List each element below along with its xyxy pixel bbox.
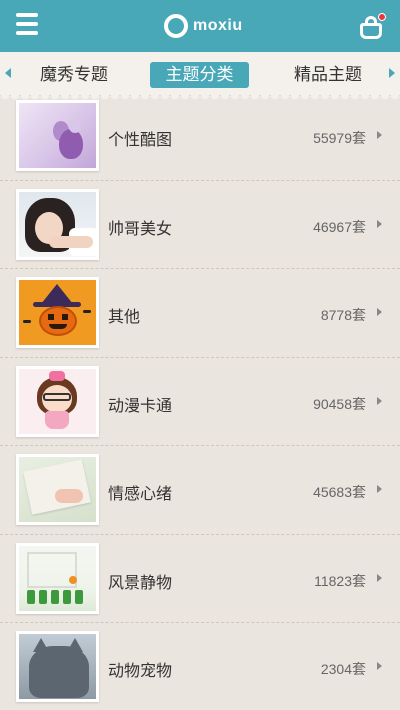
chevron-right-icon	[377, 573, 382, 582]
app-logo: moxiu	[164, 12, 243, 40]
category-count: 55979套	[313, 130, 366, 146]
tab-left-arrow-icon[interactable]	[5, 68, 11, 78]
category-row-beauties[interactable]: 帅哥美女 46967套	[0, 181, 400, 269]
tab-special-topics[interactable]: 魔秀专题	[30, 62, 118, 88]
category-row-scenery[interactable]: 风景静物 11823套	[0, 535, 400, 623]
tab-featured-themes[interactable]: 精品主题	[282, 62, 374, 88]
category-count: 45683套	[313, 484, 366, 500]
chevron-right-icon	[377, 396, 382, 405]
category-label: 帅哥美女	[108, 218, 173, 238]
category-count: 90458套	[313, 395, 366, 412]
chevron-right-icon	[377, 485, 382, 493]
logo-icon	[164, 14, 188, 38]
notification-dot	[378, 13, 386, 21]
logo-text: moxiu	[193, 17, 243, 34]
category-label: 风景静物	[108, 572, 173, 592]
category-thumbnail	[16, 100, 99, 171]
chevron-right-icon	[377, 308, 382, 316]
category-label: 动漫卡通	[108, 395, 173, 415]
category-thumbnail	[16, 188, 99, 260]
category-label: 个性酷图	[108, 130, 173, 149]
tab-bar: 魔秀专题 主题分类 精品主题	[0, 52, 400, 100]
chevron-right-icon	[377, 662, 382, 670]
category-row-anime[interactable]: 动漫卡通 90458套	[0, 358, 400, 446]
top-header: moxiu	[0, 0, 400, 52]
category-count: 46967套	[313, 218, 366, 235]
category-row-other[interactable]: 其他 8778套	[0, 269, 400, 358]
category-row-cool-pics[interactable]: 个性酷图 55979套	[0, 92, 400, 181]
tab-theme-categories[interactable]: 主题分类	[150, 62, 249, 88]
chevron-right-icon	[377, 219, 382, 228]
category-count: 11823套	[314, 572, 366, 589]
category-count: 8778套	[320, 307, 366, 323]
category-row-animals[interactable]: 动物宠物 2304套	[0, 623, 400, 710]
category-thumbnail	[16, 542, 99, 614]
category-label: 其他	[108, 307, 141, 326]
category-row-emotion[interactable]: 情感心绪 45683套	[0, 446, 400, 535]
chevron-right-icon	[377, 131, 382, 139]
category-label: 动物宠物	[108, 661, 173, 680]
menu-icon[interactable]	[16, 13, 38, 39]
category-list: 个性酷图 55979套 帅哥美女 46967套 其他 8778套 动漫卡通 90…	[0, 92, 400, 710]
store-icon[interactable]	[360, 13, 386, 39]
category-count: 2304套	[320, 661, 366, 677]
tab-right-arrow-icon[interactable]	[389, 68, 395, 78]
category-thumbnail	[16, 365, 99, 437]
category-label: 情感心绪	[108, 484, 173, 503]
category-thumbnail	[16, 454, 99, 525]
category-thumbnail	[16, 277, 99, 348]
category-thumbnail	[16, 631, 99, 702]
